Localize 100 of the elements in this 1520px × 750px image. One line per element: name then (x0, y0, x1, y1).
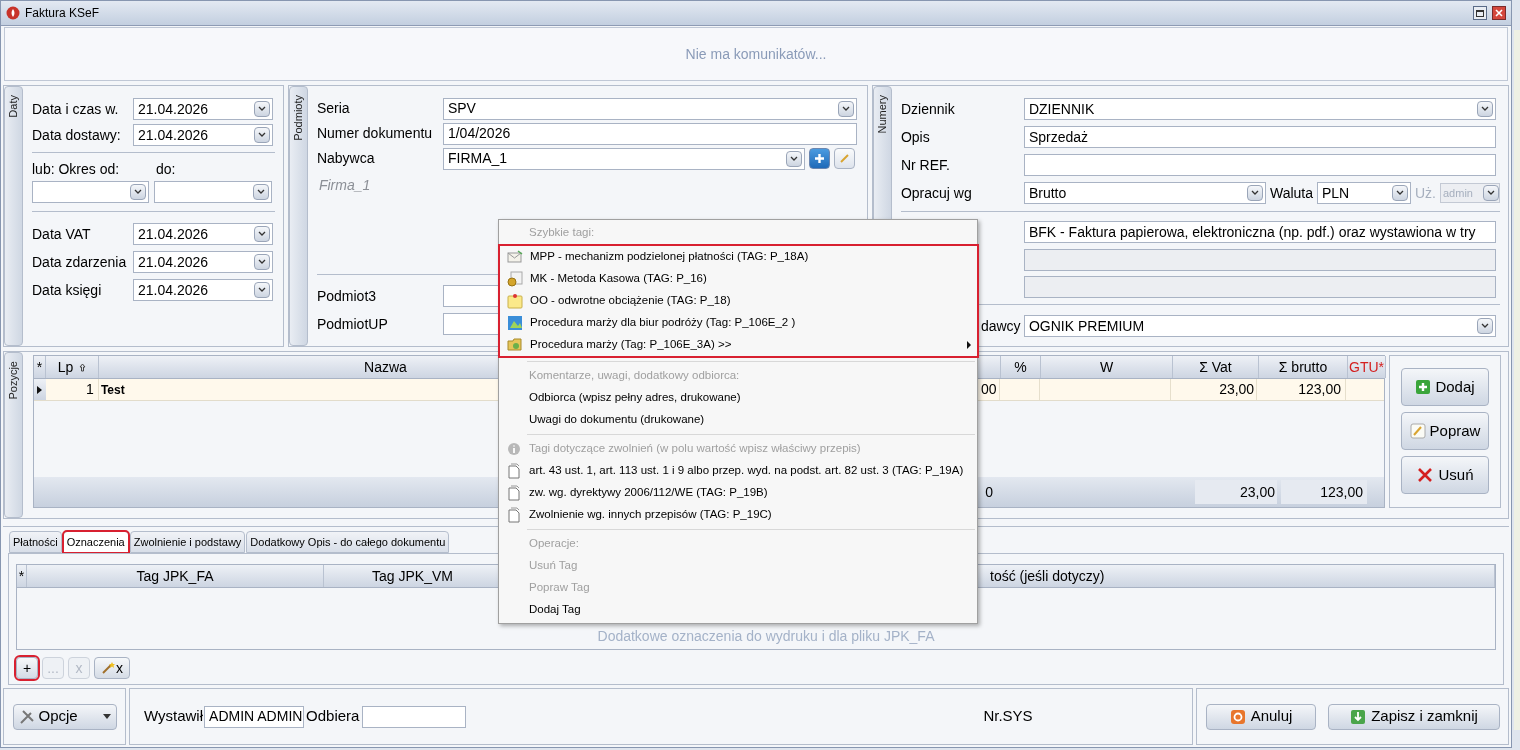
dropdown-button[interactable] (130, 184, 146, 200)
field-label: Dziennik (900, 99, 956, 119)
add-button[interactable] (808, 148, 830, 169)
menu-item[interactable]: Uwagi do dokumentu (drukowane) (499, 409, 977, 431)
action-button[interactable]: Dodaj (1401, 368, 1489, 406)
chevron-down-icon (789, 155, 798, 162)
action-button[interactable]: Popraw (1401, 412, 1489, 450)
dropdown-button[interactable] (1392, 185, 1408, 201)
row-indicator[interactable] (34, 379, 46, 400)
maximize-button[interactable] (1473, 6, 1487, 20)
input-field[interactable]: 1/04/2026 (442, 122, 857, 145)
column-header[interactable]: * (34, 356, 46, 378)
side-tab[interactable]: Podmioty (288, 86, 308, 346)
chevron-down-icon (257, 189, 265, 195)
toolbar-button[interactable]: + (16, 657, 38, 679)
dropdown-button[interactable] (254, 127, 270, 143)
column-header[interactable]: W (1041, 356, 1173, 378)
field-label: Odbiera (306, 706, 360, 727)
chevron-down-icon (841, 105, 850, 112)
field-label: Numer dokumentu (316, 124, 434, 143)
dropdown-button[interactable] (254, 282, 270, 298)
cross-icon (1416, 466, 1435, 484)
document-icon (507, 485, 521, 501)
empty-grid-text: Dodatkowe oznaczenia do wydruku i dla pliku JPK_FA (597, 627, 935, 646)
envelope-icon (507, 250, 523, 264)
dropdown-field[interactable]: DZIENNIK (1023, 98, 1496, 120)
close-button[interactable] (1492, 6, 1506, 20)
chevron-down-icon (258, 106, 266, 112)
menu-item[interactable]: Procedura marży dla biur podróży (Tag: P_106E_2 ) (500, 312, 977, 334)
input-field[interactable] (362, 705, 467, 728)
wand-icon (101, 661, 115, 675)
window-title: Faktura KSeF (25, 5, 101, 22)
dropdown-field[interactable]: OGNIK PREMIUM (1023, 315, 1496, 337)
column-header[interactable]: Tag JPK_FA (27, 565, 324, 587)
dropdown-button[interactable] (785, 150, 802, 167)
dropdown-button[interactable] (254, 101, 270, 117)
dropdown-button[interactable] (254, 226, 270, 242)
message-text: Nie ma komunikatów... (685, 44, 827, 64)
dropdown-button[interactable] (837, 100, 854, 117)
input-field[interactable]: Sprzedaż (1023, 126, 1496, 148)
chevron-down-icon (134, 189, 142, 195)
column-header[interactable]: Σ brutto (1259, 356, 1348, 378)
dropdown-field[interactable]: PLN (1317, 182, 1411, 204)
date-field[interactable] (32, 181, 149, 203)
options-button[interactable]: Opcje (12, 703, 117, 730)
menu-item[interactable]: MPP - mechanizm podzielonej płatności (TAG: P_18A) (500, 246, 977, 268)
dropdown-field[interactable]: FIRMA_1 (442, 147, 805, 170)
field-label: Wystawił (144, 706, 204, 727)
input-field[interactable]: BFK - Faktura papierowa, elektroniczna (np. pdf.) oraz wystawiona w try (1023, 221, 1496, 243)
column-header[interactable]: GTU* (1348, 356, 1386, 378)
input-field[interactable] (1023, 154, 1496, 176)
column-header[interactable]: % (1001, 356, 1041, 378)
field-label: dawcy (980, 316, 1022, 336)
dropdown-button[interactable] (1246, 185, 1263, 201)
tab[interactable]: Płatności (9, 531, 62, 553)
tab[interactable]: Oznaczenia (62, 531, 129, 553)
menu-item[interactable]: zw. wg. dyrektywy 2006/112/WE (TAG: P_19B) (499, 482, 977, 504)
input-field[interactable]: ADMIN ADMIN (204, 705, 305, 728)
chevron-down-icon (258, 287, 266, 293)
column-header[interactable]: * (17, 565, 27, 587)
column-header[interactable]: Σ Vat (1173, 356, 1259, 378)
menu-item[interactable]: Procedura marży (Tag: P_106E_3A) >> (500, 334, 977, 356)
dropdown-button[interactable] (253, 184, 269, 200)
menu-item[interactable]: OO - odwrotne obciążenie (TAG: P_18) (500, 290, 977, 312)
action-button[interactable]: Usuń (1401, 456, 1489, 494)
tab[interactable]: Zwolnienie i podstawy (129, 531, 246, 553)
date-field[interactable]: 21.04.2026 (133, 98, 273, 120)
menu-section-title: Operacje: (529, 536, 579, 552)
field-label: Data zdarzenia (32, 252, 128, 272)
plus-icon (813, 153, 825, 164)
dropdown-field[interactable]: SPV (442, 97, 857, 120)
document-icon (507, 507, 521, 523)
cancel-button[interactable]: Anuluj (1206, 703, 1316, 730)
menu-item[interactable]: Zwolnienie wg. innych przepisów (TAG: P_19C) (499, 504, 977, 526)
note-icon (507, 293, 523, 309)
field-label: lub: Okres od: (32, 160, 121, 179)
menu-item[interactable]: art. 43 ust. 1, art. 113 ust. 1 i 9 albo przep. wyd. na podst. art. 82 ust. 3 (TAG: P_19A) (499, 460, 977, 482)
table-cell: 123,00 (1257, 379, 1347, 400)
close-icon (1495, 9, 1503, 17)
date-field[interactable] (154, 181, 272, 203)
menu-item[interactable]: MK - Metoda Kasowa (TAG: P_16) (500, 268, 977, 290)
dropdown-button[interactable] (1476, 101, 1493, 117)
date-field[interactable]: 21.04.2026 (133, 251, 273, 273)
side-tab[interactable]: Daty (4, 86, 23, 346)
clear-tags-button[interactable]: x (94, 657, 130, 679)
current-row-icon (37, 385, 43, 394)
side-tab[interactable]: Pozycje (4, 352, 23, 518)
date-field[interactable]: 21.04.2026 (133, 223, 273, 245)
dropdown-button[interactable] (1476, 318, 1493, 334)
tab[interactable]: Dodatkowy Opis - do całego dokumentu (246, 531, 450, 553)
column-header[interactable]: Lp (46, 356, 99, 378)
field-label: Opracuj wg (900, 183, 973, 203)
plus-icon (1415, 379, 1432, 395)
dropdown-field[interactable]: Brutto (1023, 182, 1266, 204)
save-button[interactable]: Zapisz i zamknij (1328, 703, 1500, 730)
field-label: Data i czas w. (32, 99, 120, 119)
date-field[interactable]: 21.04.2026 (133, 279, 273, 301)
dropdown-button[interactable] (254, 254, 270, 270)
date-field[interactable]: 21.04.2026 (133, 124, 273, 146)
menu-item[interactable]: Dodaj Tag (499, 599, 977, 621)
